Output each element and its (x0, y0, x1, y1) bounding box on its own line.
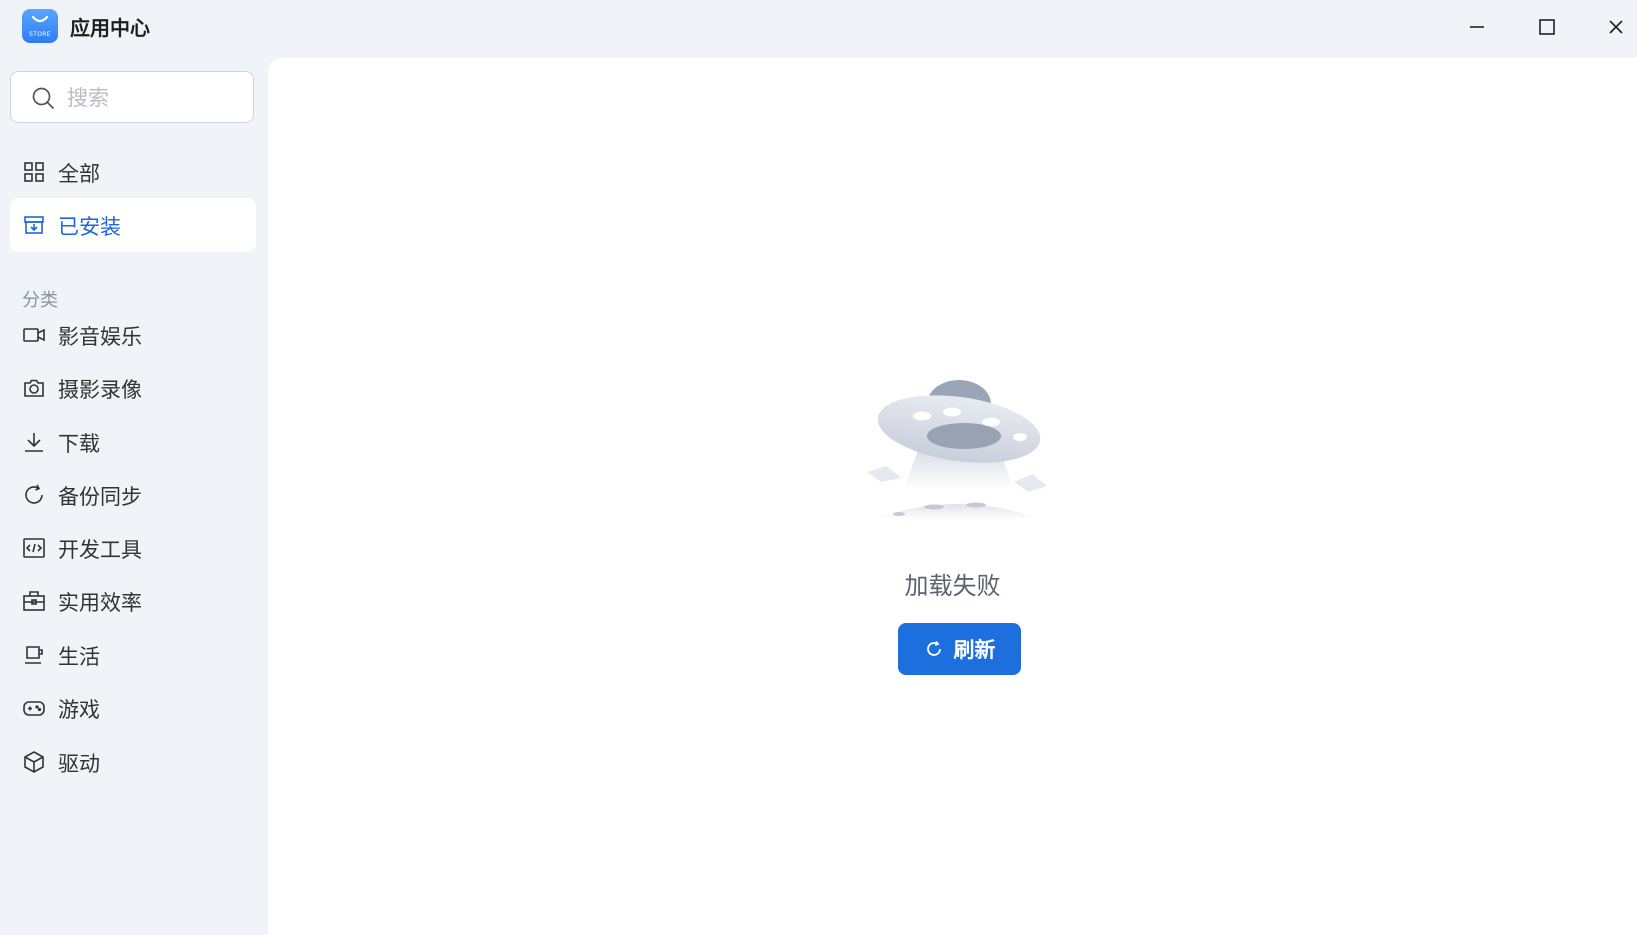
code-icon (23, 538, 45, 558)
category-item-label: 下载 (58, 432, 100, 456)
category-item-label: 生活 (58, 645, 100, 669)
category-item-backup[interactable]: 备份同步 (10, 468, 256, 522)
main-content: 加载失败 刷新 (268, 58, 1637, 935)
search-icon (32, 87, 54, 109)
grid-icon (24, 162, 44, 182)
search-input[interactable] (65, 80, 249, 116)
category-item-label: 开发工具 (58, 538, 142, 562)
category-item-label: 摄影录像 (58, 378, 142, 402)
camera-icon (24, 379, 44, 397)
app-logo-text: STORE (29, 31, 51, 38)
category-item-media[interactable]: 影音娱乐 (10, 308, 256, 362)
refresh-button[interactable]: 刷新 (898, 623, 1021, 675)
gamepad-icon (23, 701, 45, 716)
coffee-cup-icon (25, 646, 43, 664)
video-camera-icon (23, 328, 45, 342)
close-button[interactable] (1601, 12, 1631, 42)
minimize-button[interactable] (1462, 12, 1492, 42)
close-icon (1609, 20, 1623, 34)
nav-item-all[interactable]: 全部 (10, 145, 256, 199)
sync-icon (25, 484, 43, 504)
category-item-label: 游戏 (58, 698, 100, 722)
cube-icon (24, 751, 44, 773)
app-store-logo: STORE (22, 9, 58, 43)
category-item-photo[interactable]: 摄影录像 (10, 361, 256, 415)
download-icon (25, 433, 43, 452)
category-item-drivers[interactable]: 驱动 (10, 735, 256, 789)
category-item-label: 备份同步 (58, 485, 142, 509)
category-item-label: 影音娱乐 (58, 325, 142, 349)
app-title: 应用中心 (70, 16, 150, 40)
minimize-icon (1470, 26, 1484, 28)
category-item-dev-tools[interactable]: 开发工具 (10, 521, 256, 575)
category-item-label: 实用效率 (58, 591, 142, 615)
nav-item-label: 已安装 (58, 215, 121, 239)
nav-item-installed[interactable]: 已安装 (10, 198, 256, 252)
category-item-life[interactable]: 生活 (10, 628, 256, 682)
error-message: 加载失败 (904, 572, 1001, 600)
installed-box-icon (24, 216, 44, 234)
refresh-button-label: 刷新 (953, 638, 996, 662)
sidebar: 全部 已安装 分类 影音娱乐 摄影录像 下载 备份同步 开发工具 实用效率 生活… (0, 58, 268, 935)
category-item-download[interactable]: 下载 (10, 415, 256, 469)
toolbox-icon (23, 591, 45, 611)
nav-item-label: 全部 (58, 162, 100, 186)
category-item-productivity[interactable]: 实用效率 (10, 574, 256, 628)
category-item-games[interactable]: 游戏 (10, 681, 256, 735)
title-bar: STORE 应用中心 (0, 0, 1637, 58)
maximize-button[interactable] (1532, 12, 1562, 42)
ufo-illustration (867, 380, 1047, 519)
search-box[interactable] (10, 71, 254, 123)
refresh-icon (926, 640, 941, 656)
maximize-icon (1539, 19, 1555, 35)
category-item-label: 驱动 (58, 752, 100, 776)
